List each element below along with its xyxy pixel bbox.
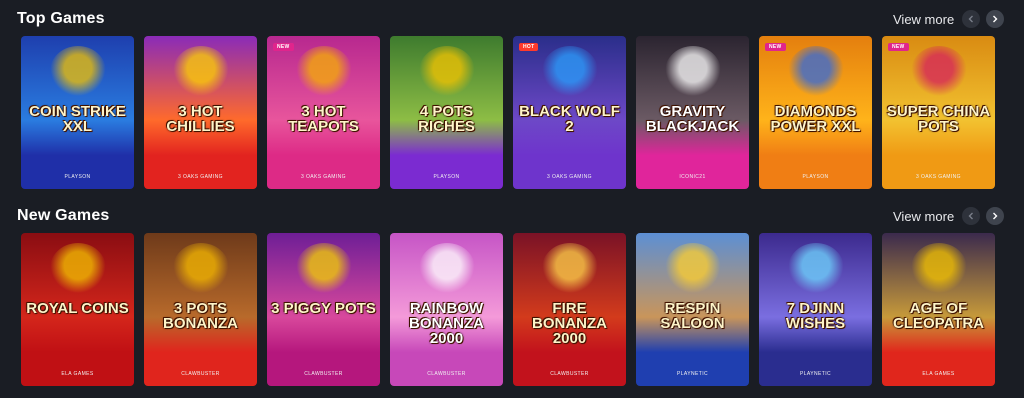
game-provider: CLAWBUSTER [304,371,343,377]
game-title: 3 Hot Teapots [288,103,359,135]
game-provider: ICONIC21 [679,174,706,180]
game-title: Rainbow Bonanza 2000 [409,300,484,347]
game-art-icon [787,46,844,96]
game-art-icon [295,46,352,96]
game-badge: NEW [888,43,909,51]
game-art-icon [541,243,598,293]
game-title: Gravity Blackjack [645,103,740,135]
game-provider: ELA GAMES [922,371,955,377]
game-provider: CLAWBUSTER [181,371,220,377]
game-title: 4 Pots Riches [418,103,475,135]
game-title: Fire Bonanza 2000 [532,300,607,347]
game-art-icon [541,46,598,96]
game-provider: PLAYSON [802,174,829,180]
game-title: Black Wolf 2 [519,103,620,135]
game-card[interactable]: NEW Diamonds Power XXL PLAYSON [759,36,872,189]
game-art-icon [418,243,475,293]
game-title: Royal Coins [26,300,129,317]
game-provider: CLAWBUSTER [427,371,466,377]
carousel-prev-button[interactable] [962,10,980,28]
game-provider: 3 OAKS GAMING [178,174,223,180]
game-provider: PLAYSON [64,174,91,180]
new-games-section: New Games View more Royal Coins ELA GAMES… [0,197,1024,386]
chevron-left-icon [968,15,973,23]
game-art-icon [418,46,475,96]
game-card[interactable]: 3 Hot Chillies 3 OAKS GAMING [144,36,257,189]
games-row: Coin Strike XXL PLAYSON 3 Hot Chillies 3 OA… [21,36,995,189]
section-header: New Games View more [0,197,1024,233]
game-art-icon [172,243,229,293]
chevron-left-icon [968,212,973,220]
game-provider: PLAYSON [433,174,460,180]
game-title: Coin Strike XXL [29,103,126,135]
game-title: Respin Saloon [660,300,725,332]
game-art-icon [172,46,229,96]
view-more-link[interactable]: View more [893,12,954,27]
chevron-right-icon [993,15,998,23]
top-games-section: Top Games View more Coin Strike XXL PLAYS… [0,0,1024,189]
view-more-link[interactable]: View more [893,209,954,224]
game-card[interactable]: Gravity Blackjack ICONIC21 [636,36,749,189]
game-art-icon [664,46,721,96]
game-title: 3 Hot Chillies [166,103,235,135]
game-title: 3 Pots Bonanza [163,300,238,332]
game-card[interactable]: NEW 3 Hot Teapots 3 OAKS GAMING [267,36,380,189]
game-title: 3 Piggy Pots [271,300,376,317]
chevron-right-icon [993,212,998,220]
section-title: New Games [17,207,110,224]
game-title: Super China Pots [886,103,991,135]
carousel-prev-button[interactable] [962,207,980,225]
game-card[interactable]: HOT Black Wolf 2 3 OAKS GAMING [513,36,626,189]
game-badge: NEW [765,43,786,51]
game-provider: PLAYNETIC [799,371,831,377]
game-provider: 3 OAKS GAMING [301,174,346,180]
game-card[interactable]: Respin Saloon PLAYNETIC [636,233,749,386]
section-title: Top Games [17,10,105,27]
game-card[interactable]: 7 Djinn Wishes PLAYNETIC [759,233,872,386]
game-title: Diamonds Power XXL [770,103,861,135]
game-provider: CLAWBUSTER [550,371,589,377]
game-card[interactable]: Rainbow Bonanza 2000 CLAWBUSTER [390,233,503,386]
game-art-icon [787,243,844,293]
game-badge: NEW [273,43,294,51]
game-art-icon [49,243,106,293]
game-card[interactable]: 4 Pots Riches PLAYSON [390,36,503,189]
game-art-icon [664,243,721,293]
carousel-next-button[interactable] [986,207,1004,225]
game-card[interactable]: Fire Bonanza 2000 CLAWBUSTER [513,233,626,386]
game-provider: 3 OAKS GAMING [547,174,592,180]
game-art-icon [910,243,967,293]
game-card[interactable]: Royal Coins ELA GAMES [21,233,134,386]
carousel-next-button[interactable] [986,10,1004,28]
section-header: Top Games View more [0,0,1024,36]
game-provider: PLAYNETIC [676,371,708,377]
game-card[interactable]: 3 Piggy Pots CLAWBUSTER [267,233,380,386]
game-card[interactable]: Coin Strike XXL PLAYSON [21,36,134,189]
game-provider: 3 OAKS GAMING [916,174,961,180]
game-art-icon [295,243,352,293]
game-card[interactable]: Age of Cleopatra ELA GAMES [882,233,995,386]
game-title: Age of Cleopatra [892,300,985,332]
game-badge: HOT [519,43,539,51]
game-provider: ELA GAMES [61,371,94,377]
game-title: 7 Djinn Wishes [785,300,846,332]
game-card[interactable]: 3 Pots Bonanza CLAWBUSTER [144,233,257,386]
game-art-icon [910,46,967,96]
game-art-icon [49,46,106,96]
game-card[interactable]: NEW Super China Pots 3 OAKS GAMING [882,36,995,189]
games-row: Royal Coins ELA GAMES 3 Pots Bonanza CLAWBU… [21,233,995,386]
